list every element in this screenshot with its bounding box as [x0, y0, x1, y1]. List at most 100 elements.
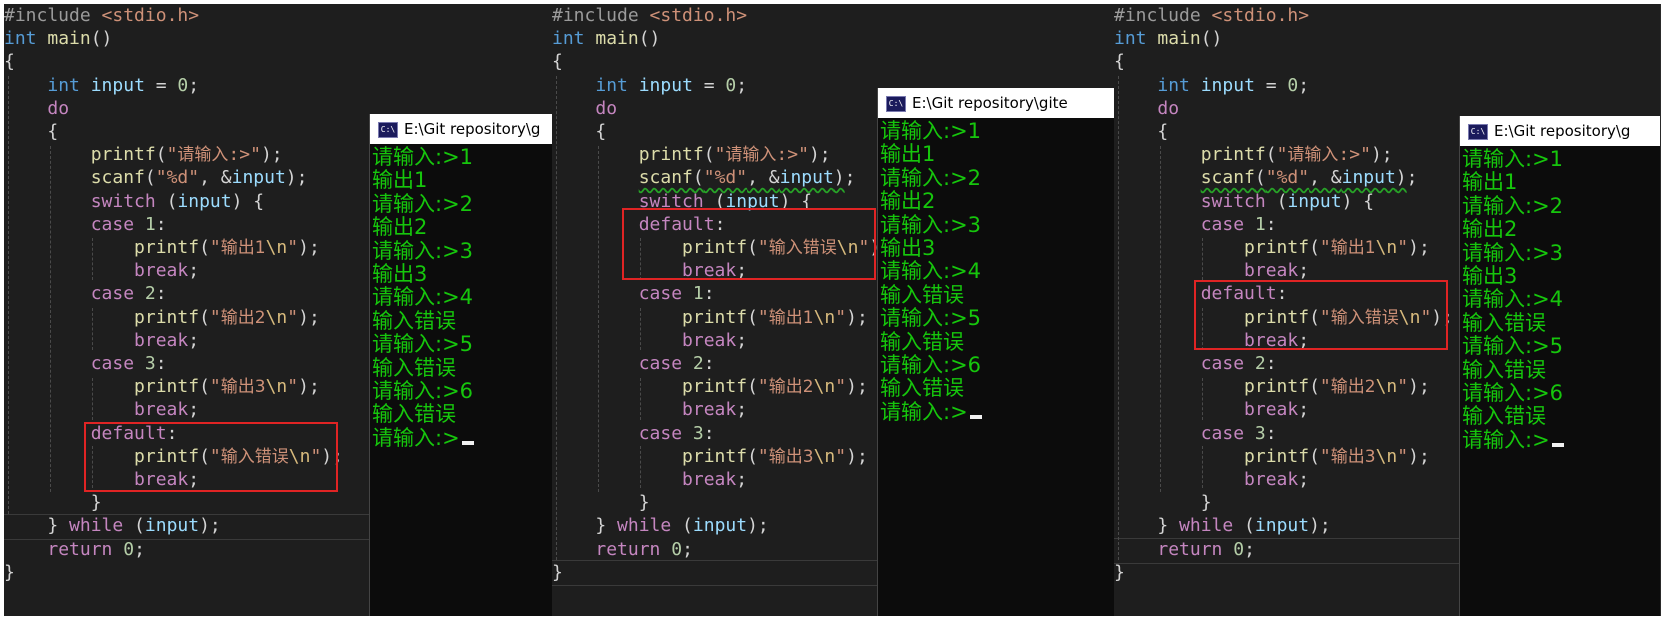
console-text: 请输入:>3	[880, 212, 982, 237]
code-token: 0	[1287, 74, 1299, 96]
console-text: 输出1	[1462, 170, 1518, 195]
code-token: 3	[1254, 422, 1266, 444]
code-token: , &	[199, 167, 232, 189]
console-titlebar[interactable]: C:\ E:\Git repository\g	[1460, 116, 1660, 146]
code-token: \n	[1375, 445, 1398, 467]
code-token: );	[846, 445, 868, 467]
code-token: );	[298, 376, 320, 398]
code-token: 输出2	[220, 307, 266, 328]
console-line: 输出3	[1462, 264, 1660, 288]
code-token: printf	[134, 376, 200, 398]
code-token: }	[1114, 492, 1212, 514]
code-token: );	[846, 306, 868, 328]
console-titlebar[interactable]: C:\ E:\Git repository\gite	[878, 88, 1114, 118]
code-token: case	[90, 213, 145, 235]
code-token: switch	[1200, 190, 1266, 212]
console-text: 输出2	[1462, 217, 1518, 242]
code-token: input	[1200, 74, 1255, 96]
code-token: (	[155, 190, 178, 212]
code-token: #include	[552, 5, 650, 26]
code-token: ) {	[231, 190, 265, 212]
code-token: =	[692, 74, 726, 96]
code-token: printf	[1244, 376, 1310, 398]
console-line: 请输入:>2	[880, 165, 1114, 190]
code-token: 2	[144, 283, 156, 305]
code-token: {	[552, 121, 607, 142]
code-token: 1	[144, 213, 156, 235]
code-token: , &	[747, 167, 780, 189]
code-token: <stdio.h>	[1211, 5, 1310, 26]
code-token: input	[1254, 515, 1310, 537]
code-token: input	[779, 167, 834, 189]
console-text: 请输入:>3	[1462, 240, 1564, 265]
code-token: #include	[1114, 5, 1212, 26]
console-output: 请输入:>1 输出1 请输入:>2 输出2 请输入:>3 输出3 请输入:>4 输入错误 请输入…	[880, 119, 1114, 616]
code-token: 1	[692, 283, 704, 305]
code-token: 0	[123, 538, 135, 560]
code-token: );	[298, 306, 320, 328]
console-text: 输入错误	[1462, 310, 1546, 335]
console-window[interactable]: C:\ E:\Git repository\g 请输入:>1 输出1 请输入:>2 输出…	[370, 114, 552, 616]
console-window[interactable]: C:\ E:\Git repository\g 请输入:>1 输出1 请输入:>2 输出…	[1460, 116, 1660, 616]
code-token: main	[47, 28, 91, 50]
code-token: "	[287, 306, 299, 328]
console-app-icon: C:\	[1468, 123, 1488, 140]
console-text: 请输入:>4	[372, 285, 474, 310]
code-line: {	[552, 50, 1114, 74]
code-token: (	[1309, 237, 1320, 258]
console-window[interactable]: C:\ E:\Git repository\gite 请输入:>1 输出1 请输入:>…	[878, 88, 1114, 616]
code-token: )	[833, 167, 845, 189]
code-token: scanf	[1200, 167, 1255, 189]
console-cursor	[1551, 442, 1564, 447]
code-token: }	[552, 561, 563, 583]
console-line: 请输入:>	[372, 426, 552, 450]
code-token: int	[1114, 28, 1158, 50]
console-text: 输入错误	[372, 402, 456, 427]
console-line: 请输入:>4	[372, 286, 552, 309]
console-line: 输入错误	[1462, 405, 1660, 428]
console-text: 输出3	[372, 261, 428, 286]
console-line: 请输入:>5	[1462, 334, 1660, 358]
console-line: 请输入:>3	[372, 239, 552, 263]
code-token: \n	[813, 306, 836, 328]
code-token: :	[1265, 213, 1277, 235]
code-token: (	[671, 515, 693, 537]
code-token: ;	[1298, 74, 1310, 96]
console-text: 输出2	[372, 215, 428, 240]
code-token: "	[1319, 237, 1331, 258]
console-text: 输出3	[880, 235, 936, 260]
code-token: (	[1265, 190, 1288, 212]
code-token: "	[209, 376, 221, 398]
code-token: break	[134, 260, 189, 282]
code-token: case	[638, 353, 693, 374]
code-token: \n	[813, 376, 836, 398]
code-token: printf	[682, 445, 748, 467]
code-token: break	[1244, 399, 1299, 421]
code-token: ;	[1244, 538, 1255, 560]
code-line: int input = 0;	[4, 74, 552, 98]
console-titlebar[interactable]: C:\ E:\Git repository\g	[370, 114, 552, 144]
code-token: );	[1309, 515, 1331, 537]
default-case-highlight	[1194, 280, 1448, 350]
code-token: {	[1114, 121, 1169, 142]
code-line: {	[1114, 50, 1660, 74]
code-token: :	[155, 213, 167, 235]
code-token: input	[90, 74, 145, 96]
code-token: 0	[725, 74, 737, 96]
code-line: int main()	[552, 27, 1114, 51]
code-token: 2	[1254, 353, 1266, 374]
code-token: printf	[90, 144, 156, 166]
console-text: 请输入:>1	[1462, 147, 1564, 171]
code-token: input	[1287, 190, 1342, 212]
code-token: :	[155, 353, 167, 374]
code-token: {	[4, 121, 59, 142]
code-token: :	[703, 353, 715, 374]
console-text: 请输入:>2	[880, 165, 982, 190]
